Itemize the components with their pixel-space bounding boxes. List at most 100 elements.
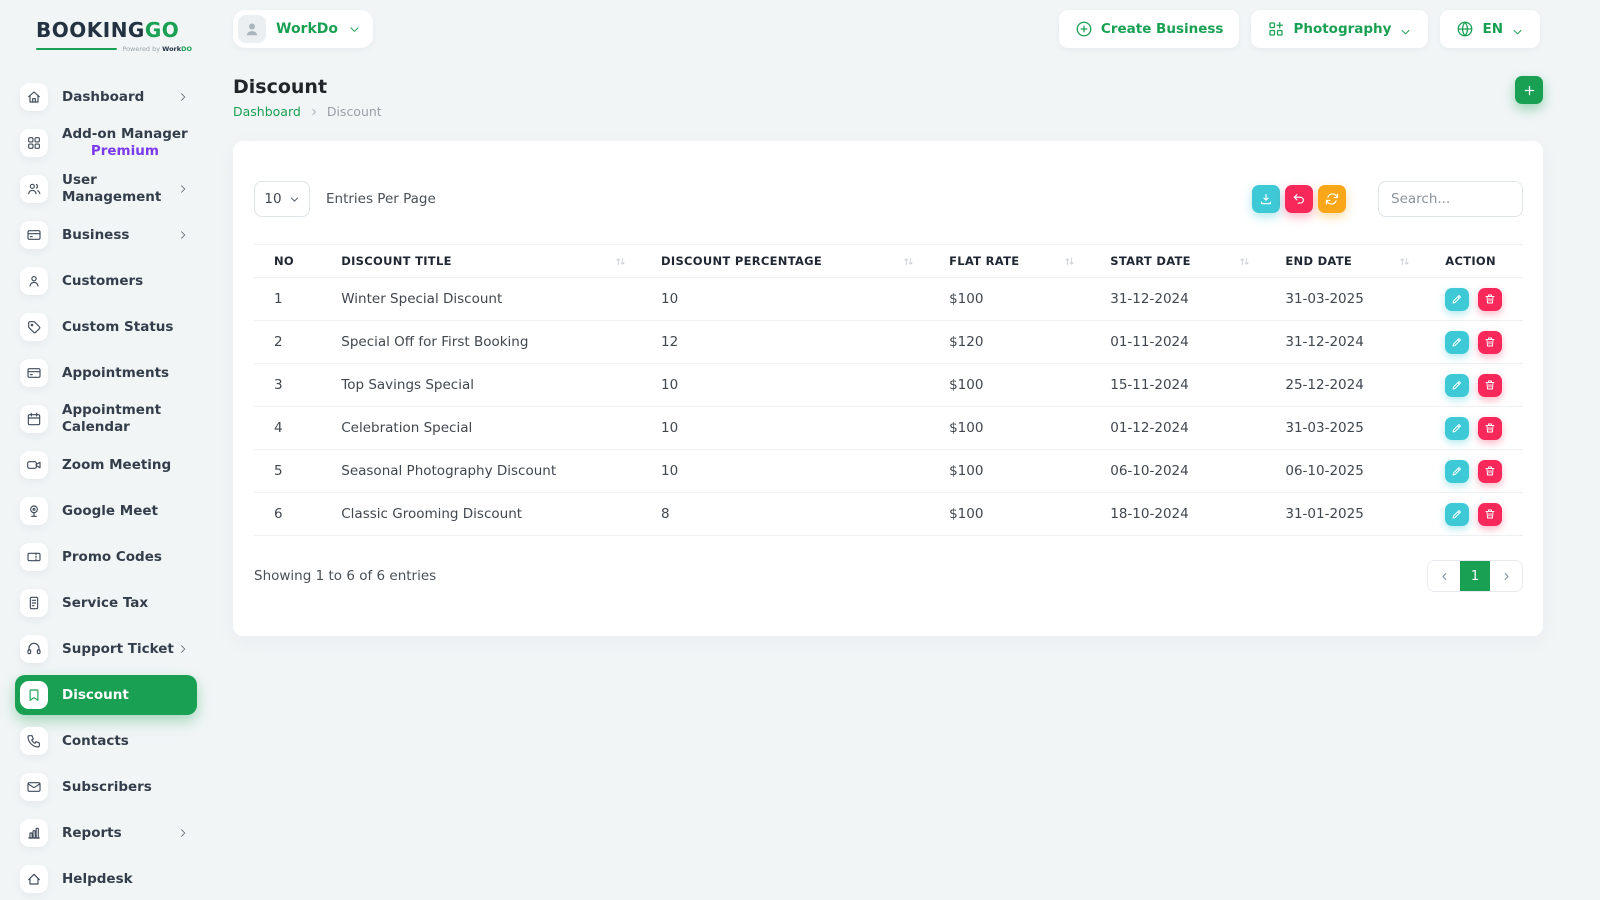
sidebar-item-discount[interactable]: Discount <box>15 675 197 715</box>
pencil-icon <box>1451 508 1463 520</box>
sidebar-item-google-meet[interactable]: Google Meet <box>15 491 197 531</box>
delete-button[interactable] <box>1478 460 1502 483</box>
cell-no: 1 <box>254 278 321 321</box>
sidebar-item-customers[interactable]: Customers <box>15 261 197 301</box>
sidebar-item-appointments[interactable]: Appointments <box>15 353 197 393</box>
sidebar-item-label: Reports <box>62 825 122 842</box>
edit-button[interactable] <box>1445 374 1469 397</box>
table-row: 6 Classic Grooming Discount 8 $100 18-10… <box>254 493 1523 536</box>
edit-button[interactable] <box>1445 460 1469 483</box>
sidebar-item-label: Business <box>62 227 129 244</box>
business-type-dropdown[interactable]: Photography <box>1251 10 1428 48</box>
chevron-left-icon <box>1439 571 1450 582</box>
sidebar-item-helpdesk[interactable]: Helpdesk <box>15 859 197 899</box>
cell-end-date: 06-10-2025 <box>1265 450 1425 493</box>
column-header-end-date[interactable]: END DATE <box>1265 245 1425 278</box>
table-header-row: NO DISCOUNT TITLE DISCOUNT PERCENTAGE FL… <box>254 245 1523 278</box>
entries-per-page-select[interactable]: 10 <box>254 181 310 217</box>
sidebar-item-contacts[interactable]: Contacts <box>15 721 197 761</box>
delete-button[interactable] <box>1478 417 1502 440</box>
language-dropdown[interactable]: EN <box>1440 10 1540 48</box>
refresh-button[interactable] <box>1318 185 1346 213</box>
sidebar-item-custom-status[interactable]: Custom Status <box>15 307 197 347</box>
cell-percentage: 10 <box>641 364 929 407</box>
sidebar-item-addon-manager[interactable]: Add-on ManagerPremium <box>15 123 197 163</box>
edit-button[interactable] <box>1445 503 1469 526</box>
brand-logo[interactable]: BOOKINGGO Powered by WorkDO <box>0 14 212 53</box>
cell-percentage: 10 <box>641 407 929 450</box>
cell-start-date: 15-11-2024 <box>1090 364 1265 407</box>
sort-icon[interactable] <box>902 255 915 268</box>
chevron-right-icon <box>177 643 189 655</box>
cell-action <box>1425 278 1523 321</box>
premium-badge: Premium <box>62 143 188 160</box>
pagination-prev-button[interactable] <box>1428 561 1460 591</box>
sidebar-item-label: Add-on ManagerPremium <box>62 126 188 160</box>
edit-button[interactable] <box>1445 288 1469 311</box>
sidebar-item-appointment-calendar[interactable]: Appointment Calendar <box>15 399 197 439</box>
sort-icon[interactable] <box>614 255 627 268</box>
trash-icon <box>1484 508 1496 520</box>
sidebar-item-zoom-meeting[interactable]: Zoom Meeting <box>15 445 197 485</box>
card-icon <box>20 359 48 387</box>
delete-button[interactable] <box>1478 288 1502 311</box>
topbar-actions: Create Business Photography EN <box>1059 10 1540 48</box>
discount-table: NO DISCOUNT TITLE DISCOUNT PERCENTAGE FL… <box>254 244 1523 536</box>
entries-per-page-value: 10 <box>264 191 281 207</box>
sidebar-item-user-management[interactable]: User Management <box>15 169 197 209</box>
delete-button[interactable] <box>1478 331 1502 354</box>
sidebar-item-label: Appointments <box>62 365 169 382</box>
chevron-right-icon <box>309 107 319 117</box>
sort-icon[interactable] <box>1398 255 1411 268</box>
sidebar-item-service-tax[interactable]: Service Tax <box>15 583 197 623</box>
sidebar-item-subscribers[interactable]: Subscribers <box>15 767 197 807</box>
sidebar-item-label: Discount <box>62 687 129 704</box>
logo-powered-row: Powered by WorkDO <box>36 45 192 53</box>
delete-button[interactable] <box>1478 374 1502 397</box>
cell-flat-rate: $100 <box>929 450 1090 493</box>
delete-button[interactable] <box>1478 503 1502 526</box>
reset-button[interactable] <box>1285 185 1313 213</box>
sidebar-item-business[interactable]: Business <box>15 215 197 255</box>
column-header-discount-percentage[interactable]: DISCOUNT PERCENTAGE <box>641 245 929 278</box>
sidebar-item-label: Contacts <box>62 733 129 750</box>
sort-icon[interactable] <box>1238 255 1251 268</box>
sort-icon[interactable] <box>1063 255 1076 268</box>
cell-title: Winter Special Discount <box>321 278 641 321</box>
globe-icon <box>1456 20 1474 38</box>
cell-title: Top Savings Special <box>321 364 641 407</box>
webcam-icon <box>20 497 48 525</box>
logo-primary: BOOKING <box>36 18 145 42</box>
trash-icon <box>1484 336 1496 348</box>
sidebar-item-label: Promo Codes <box>62 549 162 566</box>
workspace-selector[interactable]: WorkDo <box>233 10 373 48</box>
search-input[interactable] <box>1378 181 1523 217</box>
edit-button[interactable] <box>1445 331 1469 354</box>
column-header-flat-rate[interactable]: FLAT RATE <box>929 245 1090 278</box>
sidebar-item-label: User Management <box>62 172 177 206</box>
powered-by-text: Powered by WorkDO <box>122 45 192 53</box>
column-header-discount-title[interactable]: DISCOUNT TITLE <box>321 245 641 278</box>
sidebar-item-label: Customers <box>62 273 143 290</box>
create-business-button[interactable]: Create Business <box>1059 10 1240 48</box>
pagination-next-button[interactable] <box>1490 561 1522 591</box>
breadcrumb: Dashboard Discount <box>233 104 382 119</box>
chevron-right-icon <box>177 183 189 195</box>
chevron-down-icon <box>289 194 300 205</box>
sidebar-item-promo-codes[interactable]: Promo Codes <box>15 537 197 577</box>
breadcrumb-current: Discount <box>327 104 382 119</box>
bookmark-icon <box>20 681 48 709</box>
chevron-down-icon <box>1511 23 1524 36</box>
add-discount-button[interactable] <box>1515 76 1543 104</box>
breadcrumb-dashboard-link[interactable]: Dashboard <box>233 104 301 119</box>
pagination-current-page[interactable]: 1 <box>1460 561 1490 591</box>
column-header-action: ACTION <box>1425 245 1523 278</box>
sidebar-item-support-ticket[interactable]: Support Ticket <box>15 629 197 669</box>
edit-button[interactable] <box>1445 417 1469 440</box>
sidebar-item-reports[interactable]: Reports <box>15 813 197 853</box>
column-header-start-date[interactable]: START DATE <box>1090 245 1265 278</box>
receipt-icon <box>20 589 48 617</box>
cell-action <box>1425 321 1523 364</box>
export-button[interactable] <box>1252 185 1280 213</box>
sidebar-item-dashboard[interactable]: Dashboard <box>15 77 197 117</box>
